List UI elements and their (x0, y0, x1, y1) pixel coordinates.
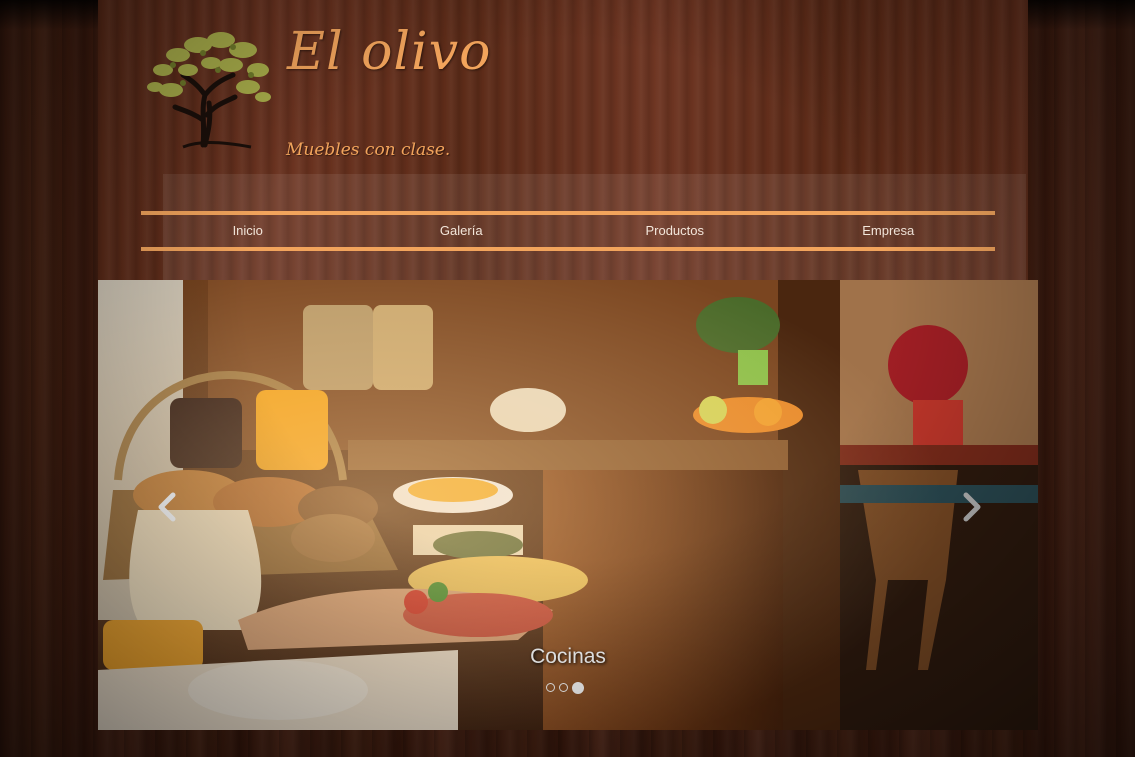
brand-tagline: Muebles con clase. (286, 140, 451, 160)
nav-item-galeria[interactable]: Galería (355, 215, 569, 247)
olive-tree-logo (147, 32, 271, 149)
slider-dots (546, 682, 584, 694)
slider-dot-1[interactable] (546, 683, 555, 692)
chevron-right-icon[interactable] (956, 487, 986, 527)
nav-item-empresa[interactable]: Empresa (782, 215, 996, 247)
image-slider: Cocinas (98, 280, 1038, 730)
nav-item-productos[interactable]: Productos (568, 215, 782, 247)
slider-dot-2[interactable] (559, 683, 568, 692)
slide-caption: Cocinas (530, 645, 606, 668)
brand-title: El olivo (287, 22, 492, 82)
main-nav: Inicio Galería Productos Empresa (141, 211, 995, 251)
nav-item-inicio[interactable]: Inicio (141, 215, 355, 247)
chevron-left-icon[interactable] (153, 487, 183, 527)
slider-dot-3-active[interactable] (572, 682, 584, 694)
